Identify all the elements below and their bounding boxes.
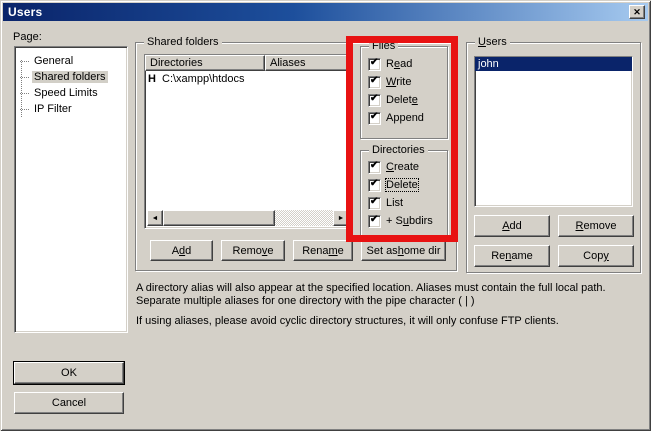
directories-group-label: Directories (369, 144, 428, 156)
tree-item-label: Shared folders (32, 71, 108, 83)
tree-line (21, 60, 22, 117)
append-checkbox[interactable] (368, 112, 381, 125)
create-label: Create (386, 161, 419, 173)
checkbox-row-append[interactable]: Append (361, 109, 447, 127)
directory-row[interactable]: H C:\xampp\htdocs (145, 71, 351, 86)
tree-item-shared-folders[interactable]: Shared folders (20, 69, 127, 85)
remove-user-button[interactable]: Remove (558, 215, 634, 237)
subdirs-label: + Subdirs (386, 215, 433, 227)
cancel-button[interactable]: Cancel (14, 392, 124, 414)
create-checkbox[interactable] (368, 161, 381, 174)
user-row-john[interactable]: john (475, 57, 632, 71)
subdirs-checkbox[interactable] (368, 215, 381, 228)
alias-notes: A directory alias will also appear at th… (136, 282, 644, 328)
add-directory-button[interactable]: Add (150, 240, 213, 261)
list-label: List (386, 197, 403, 209)
copy-user-button[interactable]: Copy (558, 245, 634, 267)
checkbox-row-read[interactable]: Read (361, 55, 447, 73)
tree-item-general[interactable]: General (20, 53, 127, 69)
files-group-label: Files (369, 40, 398, 52)
rename-directory-button[interactable]: Rename (293, 240, 353, 261)
tree-item-label: General (32, 55, 75, 67)
cyclic-note-text: If using aliases, please avoid cyclic di… (136, 315, 644, 328)
shared-folders-group-label: Shared folders (144, 36, 222, 48)
column-header-aliases[interactable]: Aliases (265, 55, 351, 71)
write-checkbox[interactable] (368, 76, 381, 89)
delete-files-checkbox[interactable] (368, 94, 381, 107)
column-header-directories[interactable]: Directories (145, 55, 265, 71)
checkbox-row-list[interactable]: List (361, 194, 447, 212)
scroll-right-icon: ► (338, 215, 345, 222)
list-checkbox[interactable] (368, 197, 381, 210)
window-title: Users (3, 5, 42, 19)
alias-note-text: A directory alias will also appear at th… (136, 282, 644, 308)
delete-dirs-checkbox[interactable] (368, 179, 381, 192)
delete-files-label: Delete (386, 94, 418, 106)
add-user-button[interactable]: Add (474, 215, 550, 237)
append-label: Append (386, 112, 424, 124)
scroll-right-button[interactable]: ► (333, 210, 349, 226)
checkbox-row-subdirs[interactable]: + Subdirs (361, 212, 447, 230)
page-tree: General Shared folders Speed Limits IP F… (14, 46, 128, 333)
tree-item-speed-limits[interactable]: Speed Limits (20, 85, 127, 101)
directory-path: C:\xampp\htdocs (162, 73, 245, 85)
checkbox-row-create[interactable]: Create (361, 158, 447, 176)
scrollbar-thumb[interactable] (163, 210, 275, 226)
checkbox-row-delete-files[interactable]: Delete (361, 91, 447, 109)
close-icon: ✕ (633, 8, 641, 17)
horizontal-scrollbar[interactable]: ◄ ► (147, 210, 349, 226)
titlebar: Users ✕ (3, 3, 648, 21)
scrollbar-track[interactable] (275, 210, 333, 226)
page-label: Page: (13, 31, 42, 43)
rename-user-button[interactable]: Rename (474, 245, 550, 267)
remove-directory-button[interactable]: Remove (221, 240, 285, 261)
write-label: Write (386, 76, 411, 88)
read-label: Read (386, 58, 412, 70)
users-group-label: Users (475, 36, 510, 48)
users-dialog: Users ✕ Page: General Shared folders Spe… (0, 0, 651, 431)
tree-item-ip-filter[interactable]: IP Filter (20, 101, 127, 117)
shared-folders-list: Directories Aliases H C:\xampp\htdocs ◄ … (144, 54, 352, 229)
directories-permissions-group: Directories Create Delete List + Subdirs (360, 150, 448, 237)
tree-item-label: IP Filter (32, 103, 74, 115)
list-header: Directories Aliases (145, 55, 351, 71)
home-dir-marker: H (148, 73, 162, 85)
checkbox-row-delete-dirs[interactable]: Delete (361, 176, 447, 194)
ok-button[interactable]: OK (14, 362, 124, 384)
set-as-home-dir-button[interactable]: Set as home dir (361, 240, 446, 261)
delete-dirs-label: Delete (386, 179, 418, 191)
user-name: john (478, 58, 499, 70)
tree-item-label: Speed Limits (32, 87, 100, 99)
users-list[interactable]: john (474, 56, 633, 207)
scroll-left-icon: ◄ (152, 215, 159, 222)
scroll-left-button[interactable]: ◄ (147, 210, 163, 226)
files-permissions-group: Files Read Write Delete Append (360, 46, 448, 139)
read-checkbox[interactable] (368, 58, 381, 71)
checkbox-row-write[interactable]: Write (361, 73, 447, 91)
close-button[interactable]: ✕ (629, 5, 645, 19)
